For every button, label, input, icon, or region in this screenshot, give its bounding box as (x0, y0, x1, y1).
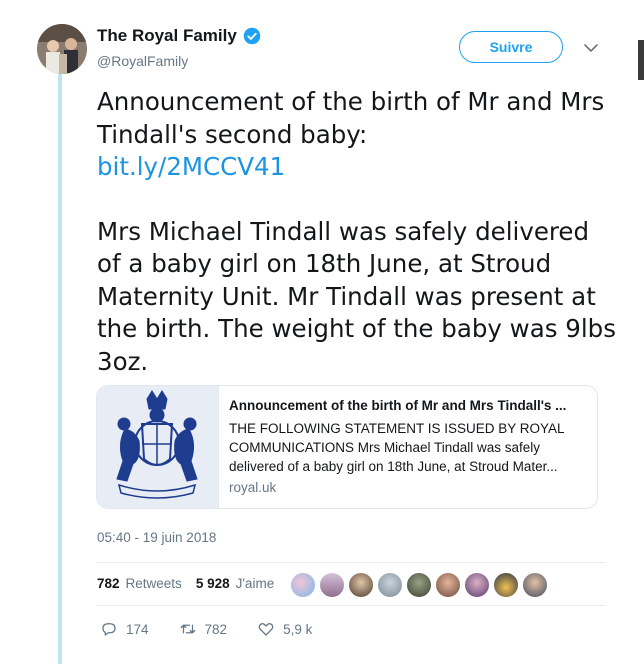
card-domain: royal.uk (228, 480, 277, 495)
author-name[interactable]: The Royal Family (97, 26, 237, 46)
retweet-count: 782 (204, 621, 228, 637)
divider (96, 605, 606, 606)
tweet-text-body: Mrs Michael Tindall was safely delivered… (97, 216, 616, 376)
card-body: Announcement of the birth of Mr and Mrs … (219, 386, 597, 508)
verified-badge-icon (243, 27, 261, 45)
likers-avatars (290, 572, 548, 598)
retweets-count[interactable]: 782 (97, 576, 120, 591)
tweet-stats: 782 Retweets 5 928 J'aime (97, 576, 274, 591)
card-image (97, 386, 219, 508)
chevron-down-icon[interactable] (581, 38, 601, 58)
liker-avatar[interactable] (464, 572, 490, 598)
tweet-timestamp[interactable]: 05:40 - 19 juin 2018 (97, 530, 216, 545)
tweet-text-intro: Announcement of the birth of Mr and Mrs … (97, 87, 605, 149)
retweet-button[interactable]: 782 (179, 620, 228, 638)
author-handle[interactable]: @RoyalFamily (97, 53, 188, 69)
link-card[interactable]: Announcement of the birth of Mr and Mrs … (96, 385, 598, 509)
divider (96, 562, 606, 563)
liker-avatar[interactable] (319, 572, 345, 598)
liker-avatar[interactable] (435, 572, 461, 598)
author-row: The Royal Family (97, 26, 261, 46)
follow-button[interactable]: Suivre (459, 31, 563, 63)
likes-label[interactable]: J'aime (236, 576, 275, 591)
tweet-actions: 174 782 5,9 k (100, 620, 342, 638)
reply-count: 174 (126, 621, 149, 637)
liker-avatar[interactable] (493, 572, 519, 598)
royal-coat-of-arms-icon (116, 390, 199, 499)
reply-icon (102, 623, 116, 636)
likes-count[interactable]: 5 928 (196, 576, 230, 591)
avatar-photo (37, 24, 87, 74)
like-count: 5,9 k (283, 621, 313, 637)
tweet-link[interactable]: bit.ly/2MCCV41 (97, 151, 617, 184)
card-description: THE FOLLOWING STATEMENT IS ISSUED BY ROY… (228, 421, 565, 474)
window-edge (638, 40, 644, 80)
like-button[interactable]: 5,9 k (257, 620, 312, 638)
reply-button[interactable]: 174 (100, 620, 149, 638)
retweets-label[interactable]: Retweets (126, 576, 182, 591)
liker-avatar[interactable] (290, 572, 316, 598)
retweet-icon (180, 624, 195, 634)
liker-avatar[interactable] (348, 572, 374, 598)
heart-icon (258, 623, 274, 636)
liker-avatar[interactable] (377, 572, 403, 598)
card-title: Announcement of the birth of Mr and Mrs … (228, 398, 567, 413)
avatar[interactable] (37, 24, 87, 74)
tweet-text: Announcement of the birth of Mr and Mrs … (97, 86, 617, 378)
thread-line (58, 74, 62, 664)
liker-avatar[interactable] (522, 572, 548, 598)
liker-avatar[interactable] (406, 572, 432, 598)
